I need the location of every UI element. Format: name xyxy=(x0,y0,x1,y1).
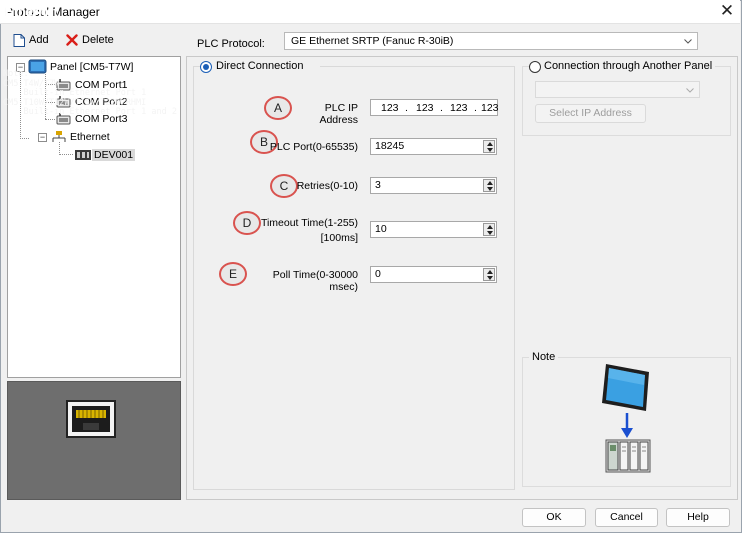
delete-x-icon xyxy=(66,34,78,46)
ip-dot: . xyxy=(474,102,477,114)
chevron-down-icon xyxy=(686,88,694,93)
timeout-label-line2: [100ms] xyxy=(320,232,358,244)
plc-ip-label: PLC IP Address xyxy=(319,102,358,126)
close-button[interactable]: ✕ xyxy=(716,1,738,23)
another-panel-group xyxy=(522,66,731,136)
ip-octet-2[interactable]: 123 xyxy=(416,101,434,116)
ethernet-icon xyxy=(52,130,66,142)
ip-octet-3[interactable]: 123 xyxy=(450,101,468,116)
tree-item-dev001[interactable]: DEV001 xyxy=(74,147,136,163)
retries-label: Retries(0-10) xyxy=(296,180,358,192)
timeout-label-line1: Timeout Time(1-255) xyxy=(260,217,358,229)
spin-arrows-icon[interactable] xyxy=(483,268,495,281)
poll-time-label: Poll Time(0-30000 msec) xyxy=(272,269,358,293)
ok-button[interactable]: OK xyxy=(522,508,586,527)
new-file-icon xyxy=(13,33,25,47)
tree-line xyxy=(45,119,55,120)
plc-protocol-value: GE Ethernet SRTP (Fanuc R-30iB) xyxy=(291,35,454,47)
plc-protocol-label: PLC Protocol: xyxy=(197,38,265,50)
plc-protocol-select[interactable]: GE Ethernet SRTP (Fanuc R-30iB) xyxy=(284,32,698,50)
ip-octet-4[interactable]: 123 xyxy=(481,101,499,116)
title-bar xyxy=(0,0,740,24)
help-button[interactable]: Help xyxy=(666,508,730,527)
hmi-panel-icon xyxy=(602,364,649,411)
tree-line xyxy=(20,138,29,139)
ip-dot: . xyxy=(440,102,443,114)
marker-a: A xyxy=(264,96,292,120)
delete-button[interactable]: Delete xyxy=(66,31,114,49)
ip-octet-1[interactable]: 123 xyxy=(381,101,399,116)
another-panel-select[interactable] xyxy=(535,81,700,98)
retries-stepper[interactable]: 3 xyxy=(370,177,497,194)
cancel-button[interactable]: Cancel xyxy=(595,508,658,527)
info-note: Note: CM5-T4W/T7W Built-in Ethernet Port… xyxy=(3,69,177,118)
direct-connection-option[interactable]: Direct Connection xyxy=(200,60,320,74)
spin-arrows-icon[interactable] xyxy=(483,140,495,153)
plc-rack-icon xyxy=(605,439,651,473)
timeout-value: 10 xyxy=(375,223,387,235)
tree-line xyxy=(59,154,73,155)
another-panel-label: Connection through Another Panel xyxy=(544,60,713,72)
plc-ip-input[interactable]: 123 . 123 . 123 . 123 xyxy=(370,99,499,116)
add-button-label: Add xyxy=(29,34,49,46)
plc-port-label: PLC Port(0-65535) xyxy=(269,141,358,153)
collapse-icon[interactable]: − xyxy=(38,132,47,142)
note-title: Note xyxy=(529,351,559,363)
tree-item-ethernet[interactable]: − Ethernet xyxy=(38,129,112,145)
plc-port-value: 18245 xyxy=(375,140,405,152)
poll-time-value: 0 xyxy=(375,268,381,280)
select-ip-address-button[interactable]: Select IP Address xyxy=(535,104,646,123)
direct-connection-label: Direct Connection xyxy=(216,60,304,72)
another-panel-option[interactable]: Connection through Another Panel xyxy=(529,60,715,74)
close-icon: ✕ xyxy=(719,1,735,20)
another-panel-radio[interactable] xyxy=(529,61,541,73)
info-title: Ethernet xyxy=(5,4,58,19)
ethernet-info-panel xyxy=(7,381,181,500)
direct-connection-radio[interactable] xyxy=(200,61,212,73)
arrow-down-icon xyxy=(621,413,633,438)
spin-arrows-icon[interactable] xyxy=(483,223,495,236)
plc-port-stepper[interactable]: 18245 xyxy=(370,138,497,155)
marker-e: E xyxy=(219,262,247,286)
tree-label-dev001: DEV001 xyxy=(92,149,136,161)
ip-dot: . xyxy=(405,102,408,114)
plc-device-icon xyxy=(75,150,91,160)
marker-d: D xyxy=(233,211,261,235)
poll-time-stepper[interactable]: 0 xyxy=(370,266,497,283)
spin-arrows-icon[interactable] xyxy=(483,179,495,192)
retries-value: 3 xyxy=(375,179,381,191)
delete-button-label: Delete xyxy=(82,34,114,46)
add-button[interactable]: Add xyxy=(13,31,49,49)
chevron-down-icon xyxy=(684,39,692,44)
tree-label-ethernet: Ethernet xyxy=(70,131,110,143)
ethernet-port-icon xyxy=(66,400,116,438)
timeout-stepper[interactable]: 10 xyxy=(370,221,497,238)
